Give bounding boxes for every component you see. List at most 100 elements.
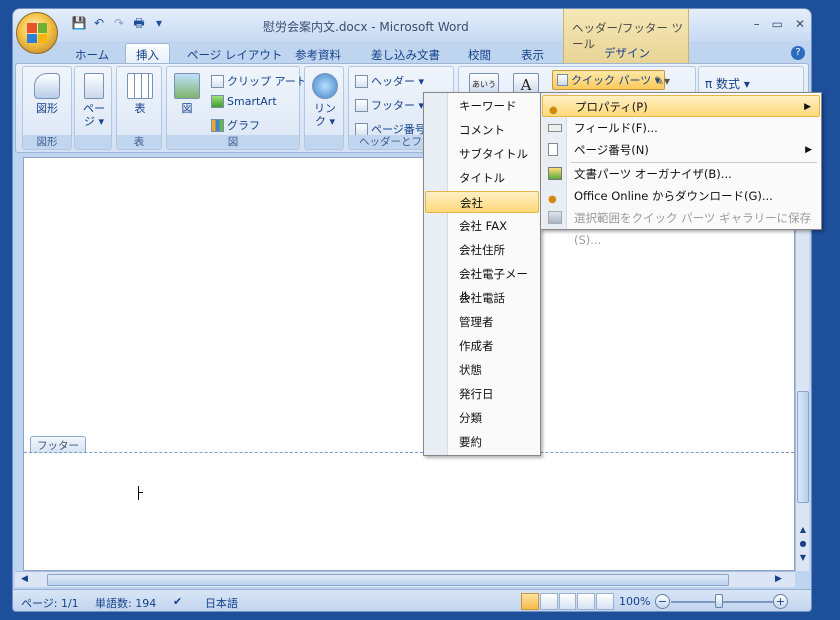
- picture-button[interactable]: 図: [171, 73, 203, 115]
- horizontal-scrollbar[interactable]: ◀ ▶: [15, 571, 795, 587]
- office-logo-icon: [27, 23, 47, 43]
- group-illustrations: 図 クリップ アート SmartArt グラフ 図: [166, 66, 307, 150]
- outline-view-button[interactable]: [577, 593, 596, 610]
- help-icon[interactable]: ?: [791, 46, 805, 60]
- zoom-in-button[interactable]: +: [773, 594, 788, 609]
- equation-button[interactable]: π 数式 ▾: [705, 75, 750, 92]
- submenu-arrow-icon: ▶: [804, 102, 811, 112]
- zoom-level[interactable]: 100%: [619, 595, 650, 608]
- property-item-comments[interactable]: コメント: [425, 119, 539, 141]
- footer-button[interactable]: フッター ▾: [355, 97, 424, 113]
- quick-parts-button[interactable]: クイック パーツ ▾: [552, 70, 666, 90]
- menu-item-page-number[interactable]: ページ番号(N) ▶: [542, 139, 820, 161]
- page-number-icon: [548, 143, 558, 156]
- quick-access-toolbar: 💾 ↶ ↷ 🖶 ▾: [71, 15, 167, 31]
- property-item-title[interactable]: タイトル: [425, 167, 539, 189]
- zoom-slider-knob[interactable]: [715, 594, 723, 608]
- maximize-button[interactable]: ▭: [772, 17, 783, 31]
- table-icon: [127, 73, 153, 99]
- text-cursor-mark: [138, 492, 143, 493]
- close-button[interactable]: ✕: [795, 17, 805, 31]
- property-item-company-fax[interactable]: 会社 FAX: [425, 215, 539, 237]
- page-count[interactable]: ページ: 1/1: [21, 595, 79, 611]
- footer-icon: [355, 98, 368, 112]
- draft-view-button[interactable]: [596, 593, 614, 610]
- language[interactable]: 日本語: [205, 595, 238, 611]
- table-button[interactable]: 表: [125, 73, 155, 115]
- property-item-status[interactable]: 状態: [425, 359, 539, 381]
- print-icon[interactable]: 🖶: [131, 15, 147, 31]
- chart-button[interactable]: グラフ: [211, 117, 260, 133]
- tab-view[interactable]: 表示: [521, 47, 544, 63]
- print-layout-view-button[interactable]: [521, 593, 539, 610]
- page-icon: [84, 73, 104, 99]
- property-item-author[interactable]: 作成者: [425, 335, 539, 357]
- property-item-company-phone[interactable]: 会社電話: [425, 287, 539, 309]
- property-item-category[interactable]: 分類: [425, 407, 539, 429]
- view-buttons: [521, 593, 615, 610]
- tab-home[interactable]: ホーム: [75, 47, 109, 63]
- tab-page-layout[interactable]: ページ レイアウト: [187, 47, 282, 63]
- tab-review[interactable]: 校閲: [468, 47, 491, 63]
- menu-item-property[interactable]: ● プロパティ(P) ▶: [542, 95, 820, 117]
- minimize-button[interactable]: –: [754, 17, 760, 31]
- links-button[interactable]: リン ク ▾: [311, 73, 339, 128]
- smartart-icon: [211, 95, 224, 108]
- group-label-links: [305, 135, 343, 149]
- web-layout-view-button[interactable]: [558, 593, 577, 610]
- smartart-button[interactable]: SmartArt: [211, 95, 277, 108]
- group-label-illustrations: 図: [167, 135, 299, 149]
- title-bar: 💾 ↶ ↷ 🖶 ▾ 慰労会案内文.docx - Microsoft Word –…: [13, 9, 811, 41]
- group-pages: ペー ジ ▾: [74, 66, 112, 150]
- property-item-subtitle[interactable]: サブタイトル: [425, 143, 539, 165]
- picture-icon: [174, 73, 200, 99]
- window-controls: – ▭ ✕: [754, 17, 805, 31]
- menu-item-field[interactable]: フィールド(F)...: [542, 117, 820, 139]
- browse-object-icon[interactable]: ●: [796, 539, 810, 548]
- group-shapes: 図形 図形: [22, 66, 72, 150]
- bullet-icon: ●: [549, 105, 558, 116]
- word-count[interactable]: 単語数: 194: [95, 595, 156, 611]
- property-item-company-email[interactable]: 会社電子メール: [425, 263, 539, 303]
- status-bar: ページ: 1/1 単語数: 194 ✔ 日本語 100% − +: [13, 589, 811, 611]
- office-button[interactable]: [16, 12, 58, 54]
- property-item-publish-date[interactable]: 発行日: [425, 383, 539, 405]
- undo-icon[interactable]: ↶: [91, 15, 107, 31]
- previous-page-icon[interactable]: ▲: [796, 525, 810, 534]
- property-item-company-address[interactable]: 会社住所: [425, 239, 539, 261]
- tab-references[interactable]: 参考資料: [295, 47, 341, 63]
- menu-item-office-online[interactable]: ● Office Online からダウンロード(G)...: [542, 185, 820, 207]
- vertical-scroll-thumb[interactable]: [797, 391, 809, 503]
- save-icon[interactable]: 💾: [71, 15, 87, 31]
- signature-line-button[interactable]: ✎▾: [654, 74, 670, 88]
- header-button[interactable]: ヘッダー ▾: [355, 73, 424, 89]
- shapes-button[interactable]: 図形: [29, 73, 65, 115]
- window-title: 慰労会案内文.docx - Microsoft Word: [263, 20, 469, 34]
- next-page-icon[interactable]: ▼: [796, 553, 810, 562]
- property-item-manager[interactable]: 管理者: [425, 311, 539, 333]
- scroll-right-icon[interactable]: ▶: [775, 574, 782, 584]
- proofing-icon[interactable]: ✔: [173, 595, 182, 608]
- save-selection-icon: [548, 211, 562, 224]
- full-screen-view-button[interactable]: [539, 593, 558, 610]
- bullet-icon: ●: [548, 194, 557, 205]
- header-icon: [355, 74, 368, 88]
- tab-mailings[interactable]: 差し込み文書: [371, 47, 440, 63]
- property-item-keywords[interactable]: キーワード: [425, 95, 539, 117]
- menu-item-building-blocks-organizer[interactable]: 文書パーツ オーガナイザ(B)...: [542, 163, 820, 185]
- property-item-abstract[interactable]: 要約: [425, 431, 539, 453]
- redo-icon[interactable]: ↷: [111, 15, 127, 31]
- tab-insert[interactable]: 挿入: [125, 43, 170, 65]
- zoom-out-button[interactable]: −: [655, 594, 670, 609]
- scroll-left-icon[interactable]: ◀: [21, 574, 28, 584]
- group-label-pages: [75, 135, 111, 149]
- qat-more-icon[interactable]: ▾: [151, 15, 167, 31]
- clipart-button[interactable]: クリップ アート: [211, 73, 307, 89]
- horizontal-scroll-thumb[interactable]: [47, 574, 729, 586]
- quick-parts-icon: [557, 74, 568, 86]
- link-icon: [312, 73, 338, 99]
- property-item-company[interactable]: 会社: [425, 191, 539, 213]
- zoom-slider[interactable]: [671, 601, 779, 603]
- pages-button[interactable]: ペー ジ ▾: [81, 73, 107, 128]
- group-label-table: 表: [117, 135, 161, 149]
